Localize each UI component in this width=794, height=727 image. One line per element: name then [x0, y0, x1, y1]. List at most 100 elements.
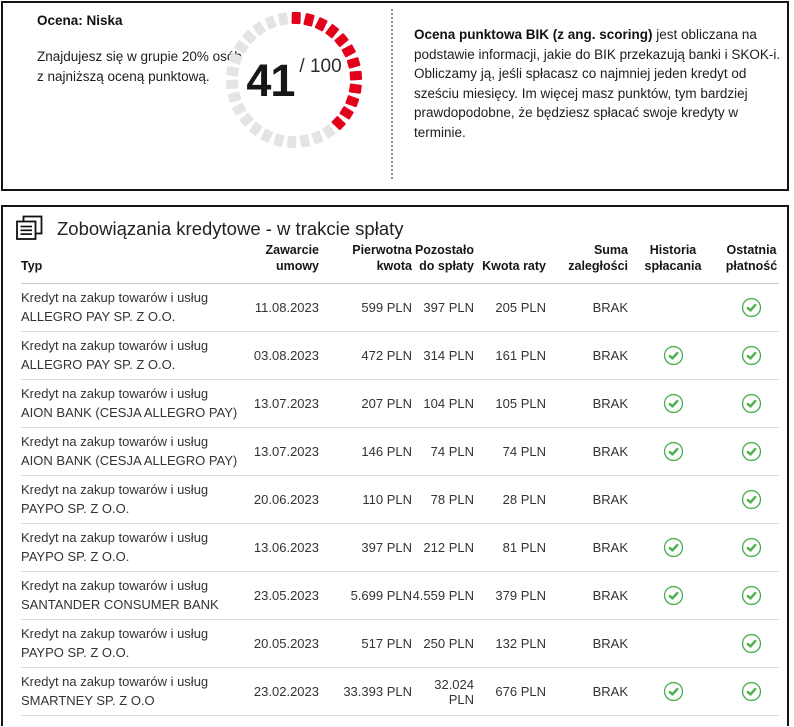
installment-amount: 379 PLN	[474, 588, 546, 603]
contract-date: 23.02.2023	[251, 684, 319, 699]
arrears-value: BRAK	[546, 348, 628, 363]
last-payment-status-cell	[718, 345, 785, 366]
original-amount: 517 PLN	[319, 636, 412, 651]
remaining-amount: 314 PLN	[412, 348, 474, 363]
original-amount: 5.699 PLN	[319, 588, 412, 603]
credit-type-label: Kredyt na zakup towarów i usług	[21, 673, 243, 692]
last-payment-status-cell	[718, 585, 785, 606]
installment-amount: 28 PLN	[474, 492, 546, 507]
last-payment-status-cell	[718, 681, 785, 702]
col-header-historia: Historia spłacania	[628, 242, 718, 274]
credit-lender-label: SANTANDER CONSUMER BANK	[21, 596, 243, 615]
col-header-kwota-raty: Kwota raty	[474, 258, 546, 274]
table-row: Kredyt na zakup towarów i usług PAYPO SP…	[21, 620, 779, 668]
credit-lender-label: SMARTNEY SP. Z O.O	[21, 692, 243, 711]
remaining-amount: 32.024 PLN	[412, 677, 474, 707]
remaining-amount: 397 PLN	[412, 300, 474, 315]
credit-type-cell: Kredyt na zakup towarów i usług AION BAN…	[21, 385, 251, 422]
check-circle-icon	[741, 441, 762, 462]
contract-date: 13.06.2023	[251, 540, 319, 555]
table-header-row: Typ Zawarcie umowy Pierwotna kwota Pozos…	[21, 242, 779, 284]
credit-type-cell: Kredyt na zakup towarów i usług AION BAN…	[21, 433, 251, 470]
contract-date: 13.07.2023	[251, 444, 319, 459]
installment-amount: 676 PLN	[474, 684, 546, 699]
rating-description-line2: z najniższą oceną punktową.	[37, 67, 242, 87]
installment-amount: 132 PLN	[474, 636, 546, 651]
history-status-cell	[628, 537, 718, 558]
credit-type-cell: Kredyt na zakup towarów i usług ALLEGRO …	[21, 337, 251, 374]
remaining-amount: 74 PLN	[412, 444, 474, 459]
credit-type-cell: Kredyt na zakup towarów i usług PAYPO SP…	[21, 481, 251, 518]
original-amount: 207 PLN	[319, 396, 412, 411]
history-status-cell	[628, 297, 718, 318]
credit-type-label: Kredyt na zakup towarów i usług	[21, 481, 243, 500]
table-row: Kredyt na zakup towarów i usług ALLEGRO …	[21, 332, 779, 380]
check-circle-icon	[663, 441, 684, 462]
original-amount: 472 PLN	[319, 348, 412, 363]
history-status-cell	[628, 681, 718, 702]
check-circle-icon	[741, 297, 762, 318]
col-header-pierwotna-kwota: Pierwotna kwota	[319, 242, 412, 274]
contract-date: 23.05.2023	[251, 588, 319, 603]
check-circle-icon	[741, 393, 762, 414]
last-payment-status-cell	[718, 441, 785, 462]
obligations-table-body: Kredyt na zakup towarów i usług ALLEGRO …	[21, 284, 779, 716]
col-header-typ: Typ	[21, 258, 251, 274]
credit-type-cell: Kredyt na zakup towarów i usług PAYPO SP…	[21, 625, 251, 662]
score-readout: 41 / 100	[219, 5, 369, 155]
table-row: Kredyt na zakup towarów i usług SANTANDE…	[21, 572, 779, 620]
col-header-suma-zaleglosci: Suma zaległości	[546, 242, 628, 274]
credit-type-label: Kredyt na zakup towarów i usług	[21, 433, 243, 452]
arrears-value: BRAK	[546, 684, 628, 699]
table-row: Kredyt na zakup towarów i usług SMARTNEY…	[21, 668, 779, 716]
contract-date: 03.08.2023	[251, 348, 319, 363]
last-payment-status-cell	[718, 537, 785, 558]
table-row: Kredyt na zakup towarów i usług AION BAN…	[21, 428, 779, 476]
arrears-value: BRAK	[546, 540, 628, 555]
score-info-body: jest obliczana na podstawie informacji, …	[414, 27, 780, 140]
remaining-amount: 212 PLN	[412, 540, 474, 555]
document-list-icon	[15, 215, 44, 242]
remaining-amount: 78 PLN	[412, 492, 474, 507]
credit-type-label: Kredyt na zakup towarów i usług	[21, 385, 243, 404]
remaining-amount: 250 PLN	[412, 636, 474, 651]
check-circle-icon	[741, 537, 762, 558]
remaining-amount: 4.559 PLN	[412, 588, 474, 603]
original-amount: 146 PLN	[319, 444, 412, 459]
credit-type-label: Kredyt na zakup towarów i usług	[21, 289, 243, 308]
arrears-value: BRAK	[546, 588, 628, 603]
history-status-cell	[628, 441, 718, 462]
score-info-text: Ocena punktowa BIK (z ang. scoring) jest…	[414, 25, 782, 142]
check-circle-icon	[741, 345, 762, 366]
score-gauge: 41 / 100	[219, 5, 369, 155]
rating-description: Znajdujesz się w grupie 20% osób z najni…	[37, 47, 242, 86]
credit-lender-label: ALLEGRO PAY SP. Z O.O.	[21, 308, 243, 327]
score-panel: Ocena: Niska Znajdujesz się w grupie 20%…	[1, 1, 789, 191]
dotted-divider	[391, 9, 393, 179]
score-max: / 100	[299, 56, 341, 78]
arrears-value: BRAK	[546, 636, 628, 651]
check-circle-icon	[741, 681, 762, 702]
check-circle-icon	[663, 537, 684, 558]
col-header-ostatnia: Ostatnia płatność	[718, 242, 785, 274]
arrears-value: BRAK	[546, 492, 628, 507]
rating-label: Ocena: Niska	[37, 13, 123, 28]
table-row: Kredyt na zakup towarów i usług ALLEGRO …	[21, 284, 779, 332]
check-circle-icon	[663, 585, 684, 606]
history-status-cell	[628, 633, 718, 654]
contract-date: 20.05.2023	[251, 636, 319, 651]
installment-amount: 105 PLN	[474, 396, 546, 411]
installment-amount: 205 PLN	[474, 300, 546, 315]
original-amount: 33.393 PLN	[319, 684, 412, 699]
last-payment-status-cell	[718, 393, 785, 414]
contract-date: 20.06.2023	[251, 492, 319, 507]
credit-type-cell: Kredyt na zakup towarów i usług PAYPO SP…	[21, 529, 251, 566]
credit-lender-label: AION BANK (CESJA ALLEGRO PAY)	[21, 452, 243, 471]
history-status-cell	[628, 585, 718, 606]
credit-type-cell: Kredyt na zakup towarów i usług ALLEGRO …	[21, 289, 251, 326]
check-circle-icon	[741, 585, 762, 606]
original-amount: 599 PLN	[319, 300, 412, 315]
credit-type-label: Kredyt na zakup towarów i usług	[21, 625, 243, 644]
last-payment-status-cell	[718, 633, 785, 654]
installment-amount: 161 PLN	[474, 348, 546, 363]
